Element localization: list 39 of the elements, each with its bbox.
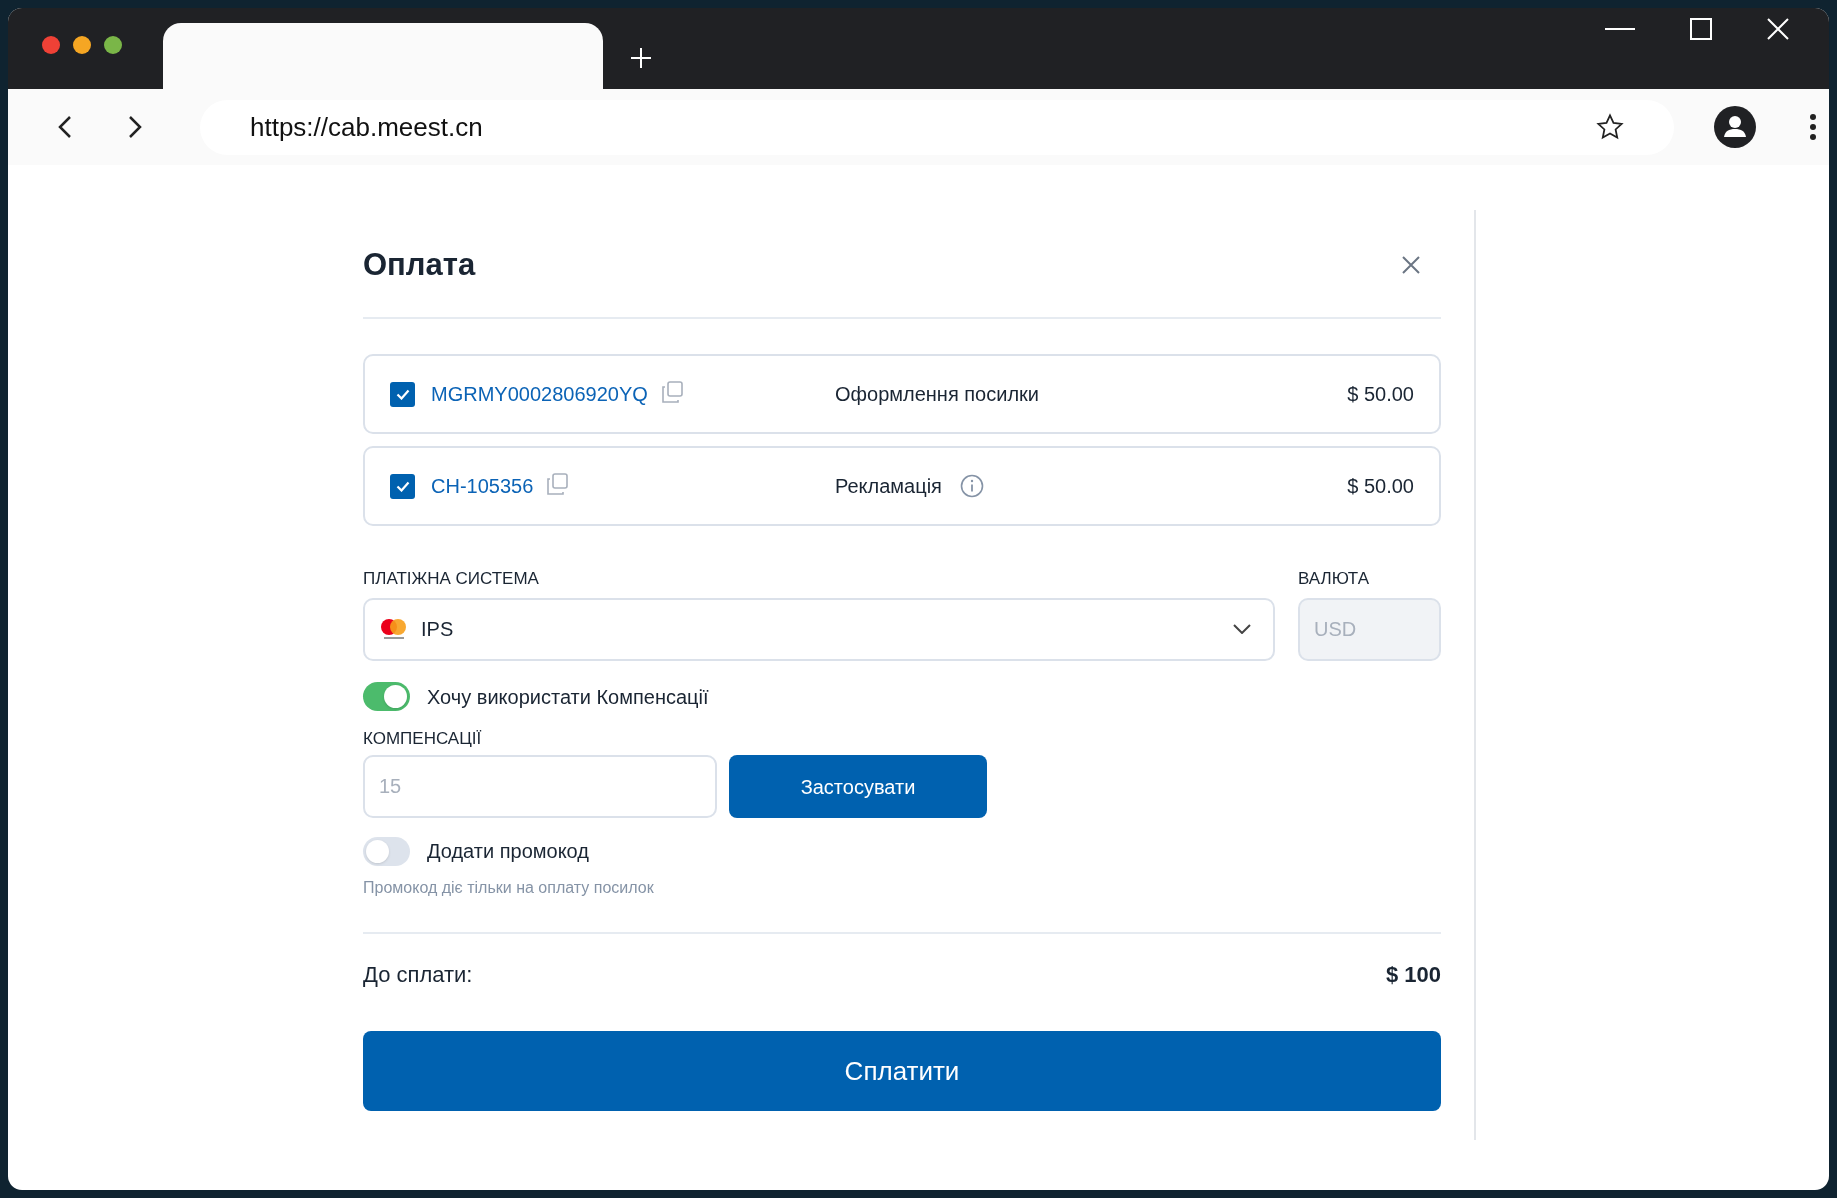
minimize-icon[interactable] — [1605, 26, 1635, 31]
apply-button[interactable]: Застосувати — [729, 755, 987, 818]
field-label: ВАЛЮТА — [1298, 568, 1371, 590]
checkmark-icon — [395, 388, 410, 400]
field-label: ПЛАТІЖНА СИСТЕМА — [363, 568, 540, 590]
item-amount: $ 50.00 — [1347, 382, 1414, 407]
checkbox[interactable] — [390, 473, 415, 499]
field-label: КОМПЕНСАЦІЇ — [363, 727, 482, 750]
item-amount: $ 50.00 — [1347, 474, 1414, 499]
chevron-down-icon — [1233, 624, 1251, 634]
compensation-field[interactable]: 15 — [363, 755, 717, 818]
select-value: IPS — [421, 617, 454, 642]
profile-avatar-icon[interactable] — [1714, 106, 1756, 148]
toggle-label: Додати промокод — [427, 839, 589, 864]
total-amount: $ 100 — [1385, 961, 1441, 989]
dialog-title: Оплата — [363, 245, 476, 284]
total-label: До сплати: — [363, 961, 473, 989]
address-bar[interactable]: https://cab.meest.cn — [200, 99, 1674, 155]
toggle-switch[interactable] — [363, 836, 410, 866]
back-icon[interactable] — [58, 115, 72, 139]
toggle-switch[interactable] — [363, 682, 410, 711]
forward-icon[interactable] — [128, 115, 142, 139]
checkbox[interactable] — [390, 381, 415, 407]
pay-button[interactable]: Сплатити — [363, 1031, 1441, 1111]
toggle-label: Хочу використати Компенсації — [427, 684, 709, 710]
item-description: Оформлення посилки — [835, 382, 1039, 407]
item-description: Рекламація — [835, 474, 942, 499]
maximize-icon[interactable] — [1690, 17, 1712, 40]
tracking-number-link[interactable]: MGRMY0002806920YQ — [431, 379, 648, 409]
new-tab-icon[interactable] — [630, 47, 652, 69]
card-logo-icon — [379, 618, 409, 640]
promo-hint: Промокод діє тільки на оплату посилок — [363, 878, 654, 898]
more-menu-icon[interactable] — [1809, 113, 1817, 141]
checkmark-icon — [395, 480, 410, 492]
url-text: https://cab.meest.cn — [250, 110, 483, 144]
tracking-number-link[interactable]: CH-105356 — [431, 471, 534, 501]
payment-system-select[interactable]: IPS — [363, 597, 1275, 661]
info-icon[interactable] — [959, 474, 984, 498]
star-icon[interactable] — [1596, 113, 1624, 141]
